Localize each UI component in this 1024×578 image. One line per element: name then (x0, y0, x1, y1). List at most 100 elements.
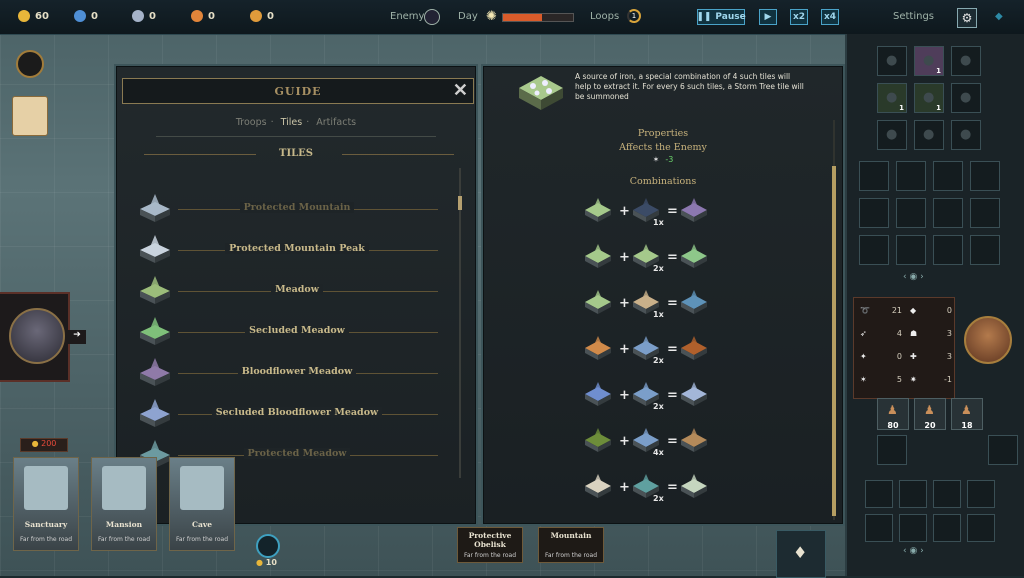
tile-list-item[interactable]: Protected Mountain (138, 194, 438, 224)
tile-list-item[interactable]: Meadow (138, 276, 438, 306)
hero-portrait[interactable] (964, 316, 1012, 364)
combination-row: +4x = (583, 428, 723, 460)
inventory-slot[interactable] (859, 161, 889, 191)
tile-list-item[interactable]: Secluded Bloodflower Meadow (138, 399, 438, 429)
backpack-slot[interactable] (933, 514, 961, 542)
inventory-slot[interactable] (970, 235, 1000, 265)
guide-scrollbar[interactable] (459, 168, 461, 478)
enemy-icon[interactable] (424, 9, 440, 25)
tile-card[interactable]: Mountain Far from the road (538, 527, 604, 563)
tile-name: Protected Mountain (178, 202, 416, 213)
settings-button[interactable]: ⚙ (957, 8, 977, 28)
inventory-slot[interactable] (896, 235, 926, 265)
troop-slot[interactable]: ♟ 20 (914, 398, 946, 430)
backpack-pager[interactable]: ‹ ◉ › (903, 546, 924, 556)
magic-icon: ✦ (860, 352, 867, 361)
inventory-slot[interactable] (970, 198, 1000, 228)
loops-label: Loops (590, 11, 620, 22)
inventory-slot[interactable] (896, 161, 926, 191)
guide-scroll-thumb[interactable] (458, 196, 462, 210)
combination-row: +2x = (583, 474, 723, 506)
tile-name-text: Protected Mountain Peak (225, 243, 369, 254)
combinations-label: Combinations (629, 176, 697, 187)
stat-defense: ☗ 3 (910, 329, 952, 338)
card-title: Cave (192, 520, 212, 529)
loops-counter: 1 (627, 9, 641, 23)
combo-multiplier: 4x (653, 448, 664, 457)
troop-slot[interactable]: ♟ 18 (951, 398, 983, 430)
soldier-icon: ♟ (887, 403, 898, 417)
armor-icon: ● (923, 53, 935, 68)
combination-row: +1x = (583, 290, 723, 322)
gloves-slot[interactable]: ● (951, 46, 981, 76)
tabs-divider (156, 136, 436, 137)
tile-card[interactable]: Protective Obelisk Far from the road (457, 527, 523, 563)
combo-input-a (583, 382, 613, 412)
backpack-slot[interactable] (865, 480, 893, 508)
tile-name-text: Protected Meadow (243, 448, 351, 459)
guide-header: GUIDE ✕ (122, 78, 474, 104)
tile-list-item[interactable]: Bloodflower Meadow (138, 358, 438, 388)
pause-button[interactable]: ❚❚ Pause (696, 9, 746, 25)
play-icon: ▶ (764, 12, 772, 22)
tab-tiles[interactable]: Tiles (281, 117, 303, 128)
tile-icon (138, 399, 172, 429)
tab-troops[interactable]: Troops (236, 117, 267, 128)
speed-x4-button[interactable]: x4 (821, 9, 839, 25)
building-card[interactable]: Cave Far from the road (169, 457, 235, 551)
armor-slot[interactable]: ● 1 (914, 46, 944, 76)
plus-icon: + (619, 250, 630, 265)
properties-label: Properties (637, 128, 689, 139)
troop-slot[interactable]: ♟ 80 (877, 398, 909, 430)
deck-cycle-icon[interactable] (256, 534, 280, 558)
combo-multiplier: 2x (653, 494, 664, 503)
compass-icon[interactable] (16, 50, 44, 78)
close-icon[interactable]: ✕ (453, 79, 469, 103)
tile-list-item[interactable]: Protected Mountain Peak (138, 235, 438, 265)
inventory-slot[interactable] (933, 235, 963, 265)
ring-slot[interactable]: ● (951, 120, 981, 150)
ring-slot[interactable]: ● (877, 120, 907, 150)
combo-result (679, 336, 709, 366)
stat-crit: ✶ 5 (860, 375, 902, 384)
boss-portrait[interactable] (9, 308, 65, 364)
loot-bag-button[interactable]: ♦ (776, 530, 826, 578)
dagger-slot[interactable]: ● 1 (914, 83, 944, 113)
food-icon: ● (31, 439, 42, 448)
backpack-slot[interactable] (899, 480, 927, 508)
backpack-slot[interactable] (865, 514, 893, 542)
inventory-slot[interactable] (859, 235, 889, 265)
arrow-right-icon[interactable]: ➔ (68, 330, 86, 344)
building-card[interactable]: Mansion Far from the road (91, 457, 157, 551)
inventory-slot[interactable] (896, 198, 926, 228)
tab-artifacts[interactable]: Artifacts (316, 117, 356, 128)
backpack-slot[interactable] (933, 480, 961, 508)
plus-icon: + (619, 434, 630, 449)
inventory-slot[interactable] (970, 161, 1000, 191)
inventory-pager[interactable]: ‹ ◉ › (903, 272, 924, 282)
building-card[interactable]: Sanctuary Far from the road (13, 457, 79, 551)
detail-scroll-thumb[interactable] (832, 166, 836, 516)
troop-empty-slot[interactable] (877, 435, 907, 465)
quest-scroll-icon[interactable] (12, 96, 48, 136)
affects-enemy-label: Affects the Enemy (619, 142, 707, 153)
ring-slot[interactable]: ● (914, 120, 944, 150)
tile-list-item[interactable]: Secluded Meadow (138, 317, 438, 347)
weapon-slot[interactable]: ● 1 (877, 83, 907, 113)
play-button[interactable]: ▶ (759, 9, 777, 25)
backpack-slot[interactable] (967, 514, 995, 542)
inventory-slot[interactable] (933, 198, 963, 228)
guide-tabs: Troops · Tiles · Artifacts (235, 117, 357, 128)
gold-resource: 60 (18, 10, 49, 22)
card-art (24, 466, 68, 510)
troop-extra-slot[interactable] (988, 435, 1018, 465)
inventory-slot[interactable] (859, 198, 889, 228)
speed-x2-button[interactable]: x2 (790, 9, 808, 25)
helmet-slot[interactable]: ● (877, 46, 907, 76)
backpack-slot[interactable] (899, 514, 927, 542)
stat-evasion: ◆ 0 (910, 306, 952, 315)
equals-icon: = (667, 388, 678, 403)
backpack-slot[interactable] (967, 480, 995, 508)
inventory-slot[interactable] (933, 161, 963, 191)
amulet-slot[interactable]: ● (951, 83, 981, 113)
